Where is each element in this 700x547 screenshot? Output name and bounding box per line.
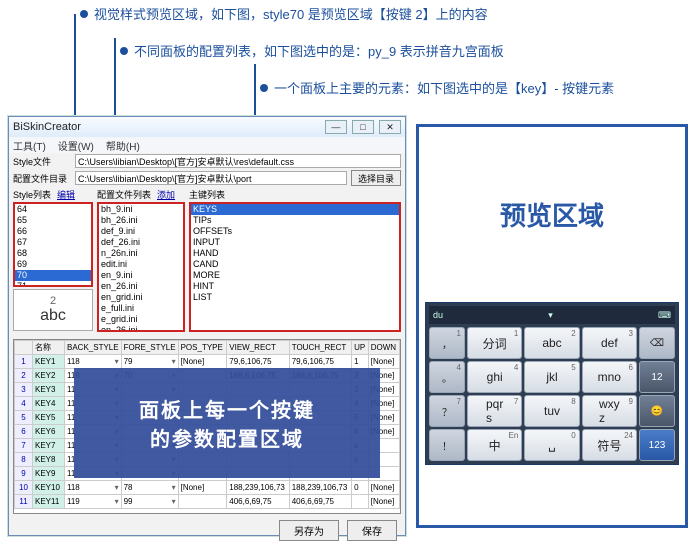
keypad-key[interactable]: 123 (639, 429, 675, 461)
list-item[interactable]: 67 (15, 237, 91, 248)
menu-tools[interactable]: 工具(T) (13, 138, 46, 153)
keypad-key[interactable]: 8tuv (524, 395, 579, 427)
maximize-button[interactable]: □ (352, 120, 374, 134)
list-item[interactable]: HAND (191, 248, 399, 259)
ime-collapse-icon[interactable]: ▾ (548, 310, 553, 321)
config-dir-input[interactable] (75, 171, 347, 185)
menu-settings[interactable]: 设置(W) (58, 138, 94, 153)
edit-link[interactable]: 编辑 (57, 188, 75, 201)
table-overlay-caption: 面板上每一个按键 的参数配置区域 (74, 368, 380, 478)
keypad-key[interactable]: 2abc (524, 327, 579, 359)
list-item[interactable]: bh_9.ini (99, 204, 183, 215)
keypad-key[interactable]: 7pqr s (467, 395, 522, 427)
properties-table-wrap: 名称BACK_STYLEFORE_STYLEPOS_TYPEVIEW_RECTT… (13, 339, 401, 514)
keypad-key[interactable]: 12 (639, 361, 675, 393)
list-item[interactable]: edit.ini (99, 259, 183, 270)
keypad-key[interactable]: 1分词 (467, 327, 522, 359)
list-item[interactable]: OFFSETs (191, 226, 399, 237)
list-item[interactable]: LIST (191, 292, 399, 303)
config-dir-label: 配置文件目录 (13, 172, 71, 185)
keypad-key[interactable]: 4。 (429, 361, 465, 393)
style-preview: 2 abc (13, 289, 93, 331)
close-button[interactable]: ✕ (379, 120, 401, 134)
minimize-button[interactable]: — (325, 120, 347, 134)
keypad-key[interactable]: 😊 (639, 395, 675, 427)
table-row[interactable]: 10KEY1011878[None]188,239,106,73188,239,… (15, 481, 400, 495)
keypad-key[interactable]: 24符号 (582, 429, 637, 461)
annotation-3: 一个面板上主要的元素：如下图选中的是【key】- 按键元素 (260, 78, 690, 97)
list-item[interactable]: 71 (15, 281, 91, 287)
list-item[interactable]: CAND (191, 259, 399, 270)
keypad-key[interactable]: En中 (467, 429, 522, 461)
style-listbox[interactable]: 64656667686970717273 (13, 202, 93, 287)
preview-abc: abc (40, 307, 66, 325)
list-item[interactable]: MORE (191, 270, 399, 281)
save-as-button[interactable]: 另存为 (279, 520, 339, 541)
preview-number: 2 (50, 295, 56, 307)
list-item[interactable]: def_9.ini (99, 226, 183, 237)
config-listbox[interactable]: bh_9.inibh_26.inidef_9.inidef_26.inin_26… (97, 202, 185, 332)
keypad-key[interactable]: 6mno (582, 361, 637, 393)
select-dir-button[interactable]: 选择目录 (351, 170, 401, 186)
list-item[interactable]: 70 (15, 270, 91, 281)
list-item[interactable]: 69 (15, 259, 91, 270)
ime-logo[interactable]: du (433, 310, 443, 320)
menubar: 工具(T) 设置(W) 帮助(H) (9, 137, 405, 153)
keypad-key[interactable]: 1， (429, 327, 465, 359)
preview-title: 预览区域 (419, 127, 685, 302)
annotation-1: 视觉样式预览区域，如下图，style70 是预览区域【按键 2】上的内容 (80, 4, 690, 23)
table-row[interactable]: 1KEY111879[None]79,6,106,7579,6,106,751[… (15, 355, 400, 369)
list-item[interactable]: KEYS (191, 204, 399, 215)
list-item[interactable]: en_26.ini (99, 281, 183, 292)
list-item[interactable]: e_full.ini (99, 303, 183, 314)
keypad-key[interactable]: 7？ (429, 395, 465, 427)
keypad-key[interactable]: 0␣ (524, 429, 579, 461)
keypad-key[interactable]: 3def (582, 327, 637, 359)
list-item[interactable]: en_9.ini (99, 270, 183, 281)
list-item[interactable]: TIPs (191, 215, 399, 226)
keypad-key[interactable]: ⌫ (639, 327, 675, 359)
window-title: BiSkinCreator (13, 121, 81, 133)
keypad-key[interactable]: 9wxy z (582, 395, 637, 427)
style-list-header: Style列表 (13, 188, 51, 201)
list-item[interactable]: e_grid.ini (99, 314, 183, 325)
list-item[interactable]: HINT (191, 281, 399, 292)
list-item[interactable]: bh_26.ini (99, 215, 183, 226)
config-list-header: 配置文件列表 (97, 188, 151, 201)
list-item[interactable]: n_26n.ini (99, 248, 183, 259)
list-item[interactable]: en_grid.ini (99, 292, 183, 303)
list-item[interactable]: 64 (15, 204, 91, 215)
keypad-key[interactable]: 4ghi (467, 361, 522, 393)
table-row[interactable]: 11KEY1111999406,6,69,75406,6,69,75[None] (15, 495, 400, 509)
list-item[interactable]: en_26.ini (99, 325, 183, 332)
save-button[interactable]: 保存 (347, 520, 397, 541)
app-window: BiSkinCreator — □ ✕ 工具(T) 设置(W) 帮助(H) St… (8, 116, 406, 536)
ime-keyboard-icon[interactable]: ⌨ (658, 310, 671, 321)
list-item[interactable]: 66 (15, 226, 91, 237)
window-controls: — □ ✕ (323, 120, 401, 134)
keypad-key[interactable]: 5jkl (524, 361, 579, 393)
list-item[interactable]: 65 (15, 215, 91, 226)
annotation-2: 不同面板的配置列表，如下图选中的是：py_9 表示拼音九宫面板 (120, 41, 690, 60)
titlebar: BiSkinCreator — □ ✕ (9, 117, 405, 137)
preview-panel: 预览区域 du ▾ ⌨ 1，1分词2abc3def⌫ 4。4ghi5jkl6mno… (416, 124, 688, 528)
list-item[interactable]: def_26.ini (99, 237, 183, 248)
keypad: du ▾ ⌨ 1，1分词2abc3def⌫ 4。4ghi5jkl6mno12 7？7… (425, 302, 679, 465)
style-file-label: Style文件 (13, 155, 71, 168)
list-item[interactable]: INPUT (191, 237, 399, 248)
style-file-input[interactable] (75, 154, 401, 168)
main-list-header: 主键列表 (189, 188, 225, 201)
add-link[interactable]: 添加 (157, 188, 175, 201)
keypad-key[interactable]: ！ (429, 429, 465, 461)
main-listbox[interactable]: KEYSTIPsOFFSETsINPUTHANDCANDMOREHINTLIST (189, 202, 401, 332)
menu-help[interactable]: 帮助(H) (106, 138, 140, 153)
list-item[interactable]: 68 (15, 248, 91, 259)
